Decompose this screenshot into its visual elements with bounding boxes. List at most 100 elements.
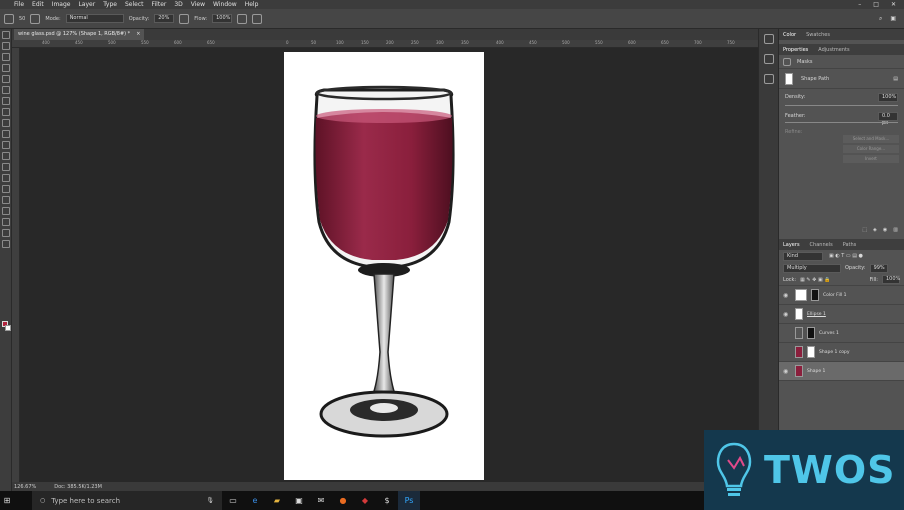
layer-row[interactable]: Curves 1 [779,324,904,343]
eye-icon[interactable]: ◉ [783,368,791,375]
workspace-icon[interactable]: ▣ [890,15,896,23]
type-tool-icon[interactable] [1,196,10,204]
stamp-tool-icon[interactable] [1,119,10,127]
menu-type[interactable]: Type [103,1,117,8]
eraser-tool-icon[interactable] [1,141,10,149]
tab-properties[interactable]: Properties [783,47,808,53]
layer-row[interactable]: ◉ Ellipse 1 [779,305,904,324]
microphone-icon[interactable]: 🎙 [206,497,214,504]
gradient-tool-icon[interactable] [1,152,10,160]
search-icon[interactable]: ⌕ [879,15,882,23]
visibility-icon[interactable]: ◉ [883,227,887,233]
layer-name[interactable]: Shape 1 [807,369,825,374]
lock-icons[interactable]: ▦ ✎ ✥ ▣ 🔒 [800,277,830,283]
pen-tool-icon[interactable] [1,185,10,193]
brush-panel-icon[interactable] [30,13,41,24]
layer-name[interactable]: Color Fill 1 [823,293,846,298]
layer-row[interactable]: ◉ Color Fill 1 [779,286,904,305]
lasso-tool-icon[interactable] [1,53,10,61]
store-icon[interactable]: ▣ [288,491,310,510]
airbrush-icon[interactable] [237,13,248,24]
blend-mode-dropdown[interactable]: Multiply [783,263,841,273]
density-slider[interactable] [785,105,898,106]
marquee-tool-icon[interactable] [1,42,10,50]
fill-field[interactable]: 100% [882,275,900,284]
feather-slider[interactable] [785,122,898,123]
path-select-tool-icon[interactable] [1,207,10,215]
select-and-mask-button[interactable]: Select and Mask... [843,135,899,143]
layer-name[interactable]: Ellipse 1 [807,312,826,317]
healing-tool-icon[interactable] [1,97,10,105]
minimize-icon[interactable]: – [858,1,861,8]
feather-field[interactable]: 0.0 px [878,111,898,126]
pressure-size-icon[interactable] [252,13,263,24]
apply-mask-icon[interactable]: ◈ [873,227,877,233]
menu-view[interactable]: View [191,1,205,8]
layer-row-selected[interactable]: ◉ Shape 1 [779,362,904,381]
brush-tool-icon[interactable] [4,13,14,24]
eyedropper-tool-icon[interactable] [1,86,10,94]
pressure-opacity-icon[interactable] [179,13,190,24]
crop-tool-icon[interactable] [1,75,10,83]
document-tab[interactable]: wine glass.psd @ 127% (Shape 1, RGB/8#) … [14,29,145,40]
zoom-tool-icon[interactable] [1,240,10,248]
tab-color[interactable]: Color [783,32,796,38]
menu-edit[interactable]: Edit [32,1,44,8]
color-range-button[interactable]: Color Range... [843,145,899,153]
move-tool-icon[interactable] [1,31,10,39]
libraries-panel-icon[interactable] [763,74,774,84]
close-icon[interactable]: ✕ [891,1,896,8]
vector-mask-thumb[interactable] [785,72,793,85]
density-field[interactable]: 100% [878,92,898,102]
taskbar-search[interactable]: ○ Type here to search 🎙 [32,491,222,510]
brush-tool-icon[interactable] [1,108,10,116]
hand-tool-icon[interactable] [1,229,10,237]
layer-mask-thumb[interactable] [807,327,815,339]
tab-channels[interactable]: Channels [810,242,833,248]
brush-size[interactable]: 50 [19,16,25,22]
eye-icon[interactable]: ◉ [783,292,791,299]
menu-window[interactable]: Window [213,1,237,8]
blur-tool-icon[interactable] [1,163,10,171]
history-brush-tool-icon[interactable] [1,130,10,138]
opacity-field[interactable]: 20% [154,14,175,23]
kind-filter[interactable]: Kind [783,251,823,261]
maximize-icon[interactable]: □ [873,1,879,8]
task-view-icon[interactable]: ▭ [222,491,244,510]
close-tab-icon[interactable]: × [136,29,140,40]
quick-select-tool-icon[interactable] [1,64,10,72]
tab-adjustments[interactable]: Adjustments [818,47,849,53]
layer-name[interactable]: Shape 1 copy [819,350,850,355]
layer-row[interactable]: Shape 1 copy [779,343,904,362]
firefox-icon[interactable]: ● [332,491,354,510]
menu-help[interactable]: Help [245,1,259,8]
load-selection-icon[interactable]: ⬚ [862,227,867,233]
layer-mask-thumb[interactable] [811,289,819,301]
filter-icons[interactable]: ▣ ◐ T ▭ ▤ ● [829,253,863,259]
menu-image[interactable]: Image [52,1,71,8]
mode-dropdown[interactable]: Normal [65,14,124,23]
edge-icon[interactable]: e [244,491,266,510]
layer-mask-thumb[interactable] [807,346,815,358]
menu-select[interactable]: Select [125,1,144,8]
windows-start-icon[interactable]: ⊞ [0,491,14,510]
mail-icon[interactable]: ✉ [310,491,332,510]
tab-swatches[interactable]: Swatches [806,32,830,38]
dodge-tool-icon[interactable] [1,174,10,182]
document-canvas[interactable] [284,52,484,480]
canvas-area[interactable] [20,48,758,482]
app-icon[interactable]: ◆ [354,491,376,510]
layer-opacity-field[interactable]: 99% [869,263,888,273]
menu-3d[interactable]: 3D [174,1,182,8]
add-mask-icon[interactable]: ▤ [893,76,898,82]
layer-name[interactable]: Curves 1 [819,331,839,336]
actions-panel-icon[interactable] [763,54,774,64]
menu-layer[interactable]: Layer [78,1,95,8]
background-color-swatch[interactable] [5,325,11,331]
shape-tool-icon[interactable] [1,218,10,226]
zoom-level[interactable]: 126.67% [14,484,36,490]
file-explorer-icon[interactable]: ▰ [266,491,288,510]
eye-icon[interactable]: ◉ [783,311,791,318]
tab-layers[interactable]: Layers [783,242,800,248]
menu-file[interactable]: File [14,1,24,8]
